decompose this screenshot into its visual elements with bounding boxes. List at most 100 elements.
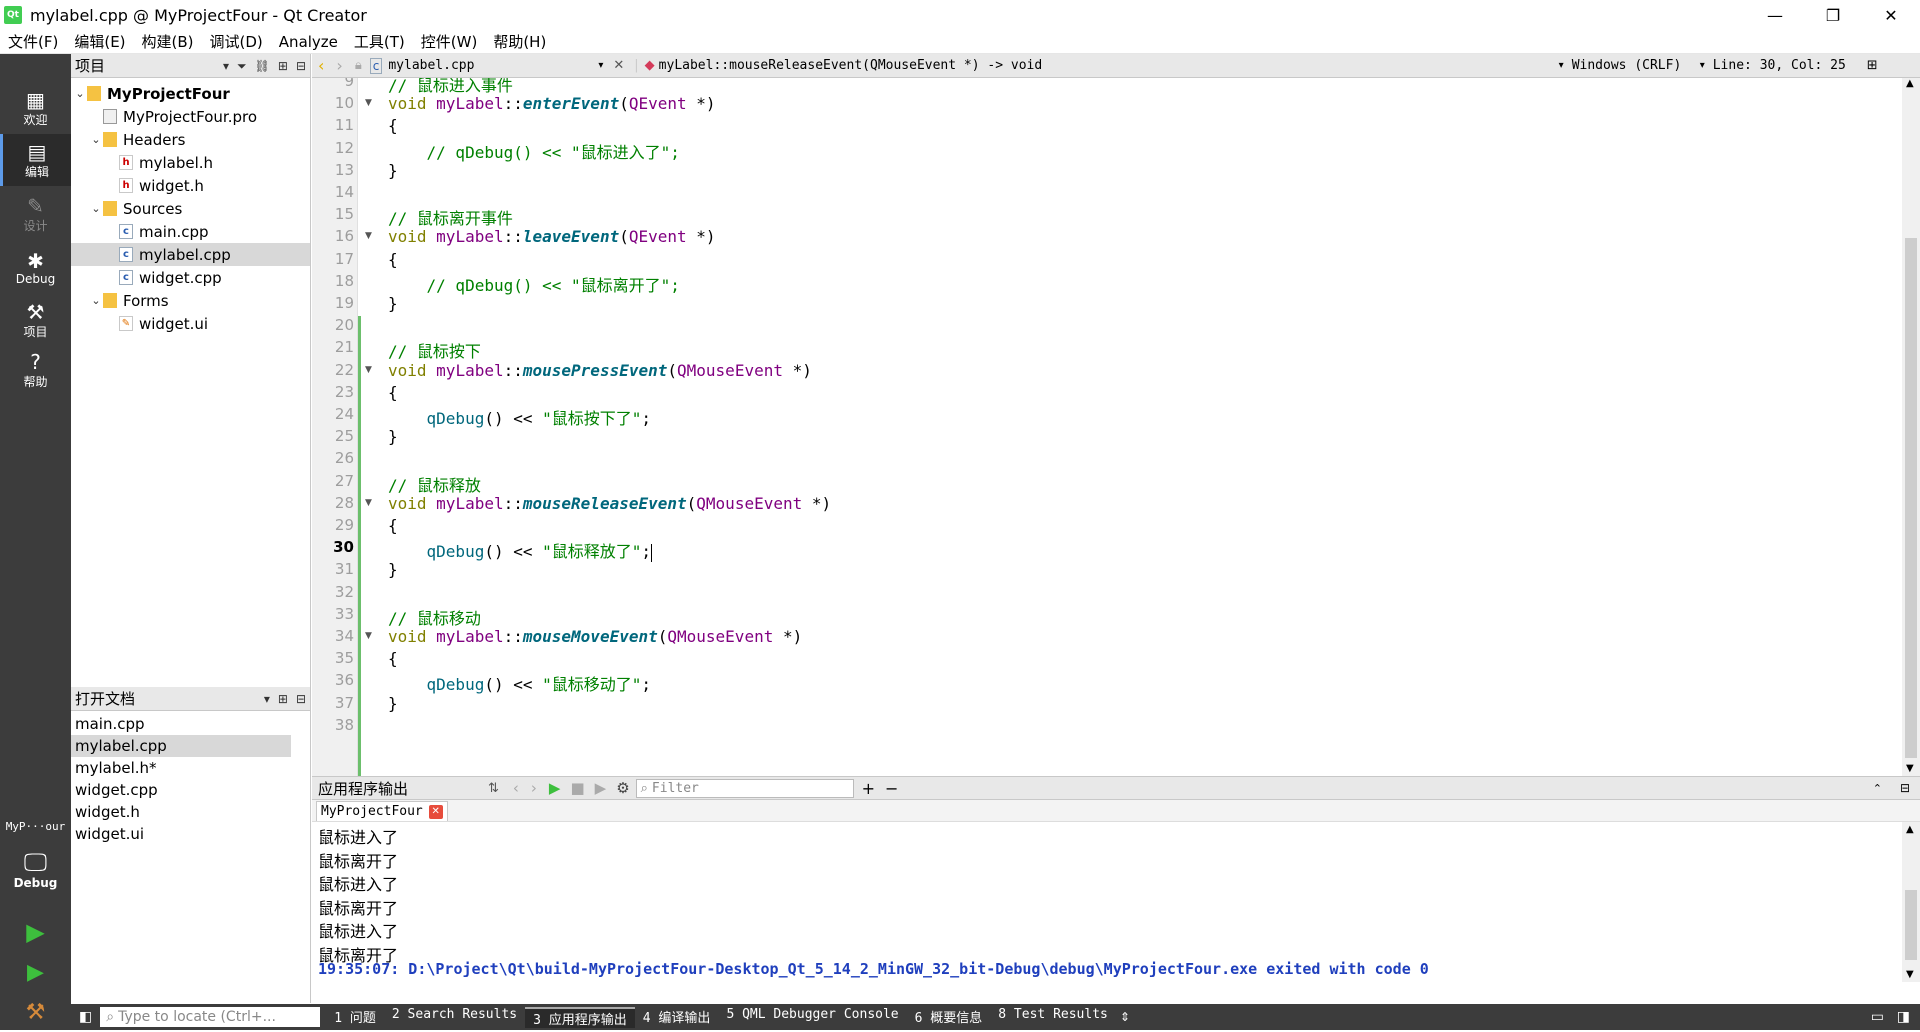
open-document-item[interactable]: mylabel.cpp [71, 735, 291, 757]
output-pane-tab[interactable]: 5 QML Debugger Console [718, 1007, 906, 1028]
tree-item[interactable]: ⌄ MyProjectFour [71, 82, 310, 105]
zoom-in-icon[interactable]: + [862, 779, 875, 798]
code-line[interactable]: { [388, 383, 398, 402]
code-line[interactable]: { [388, 516, 398, 535]
symbol-combo[interactable]: myLabel::mouseReleaseEvent(QMouseEvent *… [659, 58, 1559, 73]
view-dropdown-icon[interactable]: ▾ [223, 59, 229, 73]
menu-file[interactable]: 文件(F) [0, 30, 66, 54]
fold-marker-icon[interactable]: ▼ [365, 98, 375, 108]
code-line[interactable]: // 鼠标离开事件 [388, 205, 513, 229]
open-document-item[interactable]: widget.ui [71, 823, 310, 845]
editor-scrollbar[interactable]: ▲ ▼ [1902, 78, 1920, 776]
code-editor[interactable]: 9 10 11 12 13 14 15 16 17 18 19 20 21 22 23 24 25 26 27 28 2… [312, 78, 1920, 776]
output-pane-tab[interactable]: 1 问题 [326, 1007, 384, 1028]
output-scroll-down-icon[interactable]: ▼ [1906, 969, 1914, 980]
code-line[interactable]: } [388, 161, 398, 180]
code-line[interactable]: } [388, 427, 398, 446]
file-dropdown-icon[interactable]: ▾ [598, 60, 603, 71]
code-line[interactable]: void myLabel::leaveEvent(QEvent *) [388, 227, 716, 246]
menu-widgets[interactable]: 控件(W) [413, 30, 486, 54]
output-pane-tab[interactable]: 6 概要信息 [907, 1007, 991, 1028]
rerun-icon[interactable]: ▶ [549, 779, 561, 797]
menu-edit[interactable]: 编辑(E) [66, 30, 133, 54]
kit-selector[interactable]: 🖵 Debug [0, 840, 71, 898]
chevron-down-icon[interactable]: ⌄ [73, 87, 87, 100]
chevron-down-icon[interactable]: ⌄ [89, 294, 103, 307]
attach-debugger-icon[interactable]: ▶ [595, 779, 607, 797]
output-scrollbar[interactable]: ▲ ▼ [1902, 822, 1920, 982]
current-file-combo[interactable]: mylabel.cpp [388, 58, 598, 73]
open-document-item[interactable]: widget.h [71, 801, 310, 823]
back-arrow-icon[interactable]: ‹ [318, 56, 324, 75]
close-panel-icon[interactable]: ⊟ [296, 692, 306, 706]
code-line[interactable]: } [388, 560, 398, 579]
mode-projects[interactable]: ⚒ 项目 [0, 294, 71, 346]
output-text[interactable]: 19:35:07: D:\Project\Qt\build-MyProjectF… [312, 822, 1920, 982]
fold-marker-icon[interactable]: ▼ [365, 498, 375, 508]
close-pane-icon[interactable]: ⊟ [1900, 781, 1910, 795]
output-pane-tab[interactable]: 3 应用程序输出 [525, 1006, 635, 1028]
scroll-down-icon[interactable]: ▼ [1906, 763, 1914, 774]
minimize-button[interactable]: — [1746, 0, 1804, 30]
code-line[interactable]: void myLabel::mousePressEvent(QMouseEven… [388, 361, 812, 380]
more-tabs-icon[interactable]: ⇕ [1120, 1010, 1130, 1024]
close-file-icon[interactable]: ✕ [613, 58, 624, 73]
output-tab-myprojectfour[interactable]: MyProjectFour ✕ [316, 801, 448, 821]
output-pane-tab[interactable]: 2 Search Results [384, 1007, 525, 1028]
debug-run-button[interactable]: ▶ [0, 952, 71, 992]
toggle-sidebar-icon[interactable]: ◧ [79, 1009, 92, 1025]
split-editor-icon[interactable]: ⊞ [1867, 58, 1878, 73]
code-line[interactable]: void myLabel::mouseReleaseEvent(QMouseEv… [388, 494, 831, 513]
code-line[interactable]: } [388, 294, 398, 313]
tree-item[interactable]: ⌄ Headers [71, 128, 310, 151]
open-document-item[interactable]: widget.cpp [71, 779, 310, 801]
code-line[interactable]: } [388, 694, 398, 713]
line-ending-combo[interactable]: Windows (CRLF) [1572, 58, 1700, 73]
code-line[interactable]: // qDebug() << "鼠标离开了"; [388, 272, 680, 296]
symbol-dropdown-icon[interactable]: ▾ [1559, 60, 1564, 71]
output-scrollbar-thumb[interactable] [1905, 890, 1917, 960]
code-line[interactable]: void myLabel::enterEvent(QEvent *) [388, 94, 716, 113]
cursor-position[interactable]: Line: 30, Col: 25 [1713, 58, 1867, 73]
chevron-down-icon[interactable]: ⌄ [89, 133, 103, 146]
scrollbar-thumb[interactable] [1905, 238, 1917, 758]
menu-build[interactable]: 构建(B) [134, 30, 202, 54]
dropdown-icon[interactable]: ▾ [264, 692, 270, 706]
code-line[interactable]: // 鼠标释放 [388, 472, 481, 496]
filter-icon[interactable]: ⏷ [237, 59, 247, 74]
tree-item[interactable]: c main.cpp [71, 220, 310, 243]
maximize-pane-icon[interactable]: ⌃ [1873, 782, 1882, 795]
code-line[interactable]: { [388, 116, 398, 135]
locator-input[interactable]: ⌕ Type to locate (Ctrl+... [100, 1007, 321, 1027]
toggle-right-sidebar-icon[interactable]: ◨ [1897, 1009, 1910, 1025]
tree-item[interactable]: ⌄ Sources [71, 197, 310, 220]
code-line[interactable]: { [388, 250, 398, 269]
output-filter-field[interactable]: ⌕ Filter [635, 778, 854, 798]
tree-item[interactable]: h widget.h [71, 174, 310, 197]
open-document-item[interactable]: mylabel.h* [71, 757, 310, 779]
open-document-item[interactable]: main.cpp [71, 713, 310, 735]
chevron-down-icon[interactable]: ⌄ [89, 202, 103, 215]
code-line[interactable]: // 鼠标移动 [388, 605, 481, 629]
tree-item[interactable]: h mylabel.h [71, 151, 310, 174]
mode-design[interactable]: ✎ 设计 [0, 188, 71, 240]
tree-item[interactable]: ✎ widget.ui [71, 312, 310, 335]
close-panel-icon[interactable]: ⊟ [296, 59, 306, 73]
split-icon[interactable]: ⊞ [278, 59, 288, 73]
output-pane-tab[interactable]: 8 Test Results [990, 1007, 1116, 1028]
build-button[interactable]: ⚒ [0, 992, 71, 1032]
code-line[interactable]: { [388, 649, 398, 668]
code-line[interactable]: // 鼠标按下 [388, 338, 481, 362]
menu-debug[interactable]: 调试(D) [202, 30, 271, 54]
maximize-button[interactable]: ❐ [1804, 0, 1862, 30]
attach-icon[interactable]: ⇅ [488, 781, 499, 796]
close-tab-icon[interactable]: ✕ [428, 804, 443, 819]
close-button[interactable]: ✕ [1862, 0, 1920, 30]
stop-icon[interactable]: ■ [570, 779, 584, 797]
fold-marker-icon[interactable]: ▼ [365, 231, 375, 241]
menu-analyze[interactable]: Analyze [271, 30, 346, 54]
forward-arrow-icon[interactable]: › [336, 56, 342, 75]
mode-debug[interactable]: ✱ Debug [0, 242, 71, 294]
tree-item[interactable]: MyProjectFour.pro [71, 105, 310, 128]
code-line[interactable]: qDebug() << "鼠标释放了"; [388, 538, 653, 562]
